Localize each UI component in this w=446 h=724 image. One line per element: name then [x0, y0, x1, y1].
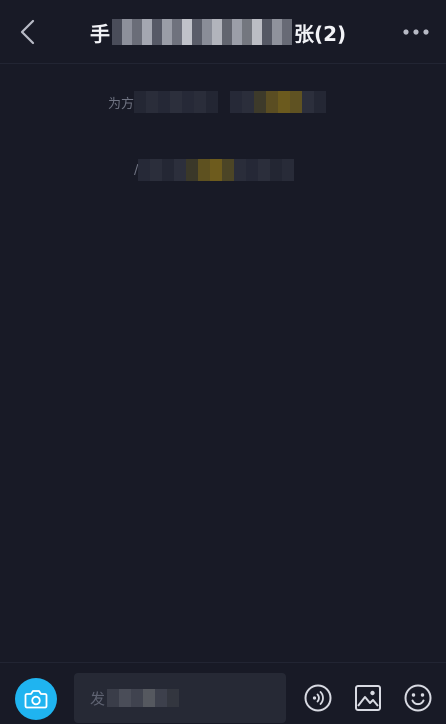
- title-suffix: 张(2): [294, 21, 347, 46]
- redacted-title-mosaic: [112, 19, 292, 45]
- redacted-message-mosaic: [138, 159, 295, 181]
- title-prefix: 手: [90, 21, 110, 46]
- emoji-button[interactable]: [403, 683, 433, 713]
- composer-bar: 发: [0, 662, 446, 724]
- image-icon: [355, 685, 381, 711]
- voice-button[interactable]: [303, 683, 333, 713]
- chevron-left-icon: [20, 19, 35, 45]
- emoji-icon: [404, 684, 432, 712]
- voice-icon: [304, 684, 332, 712]
- system-message: /: [134, 158, 295, 182]
- camera-icon: [24, 690, 48, 709]
- redacted-placeholder-mosaic: [107, 689, 180, 707]
- input-placeholder: 发: [90, 689, 106, 708]
- system-message: 为方: [108, 90, 327, 114]
- page-title: 手 张(2): [90, 16, 360, 48]
- camera-button[interactable]: [15, 678, 57, 720]
- message-prefix: 为方: [108, 96, 135, 112]
- chat-screen: 手 张(2) 为方 / 发: [0, 0, 446, 724]
- redacted-message-mosaic: [134, 91, 327, 113]
- message-input[interactable]: 发: [74, 673, 286, 723]
- back-button[interactable]: [8, 12, 48, 52]
- more-horizontal-icon: [403, 29, 429, 35]
- more-options-button[interactable]: [396, 14, 436, 50]
- image-button[interactable]: [353, 683, 383, 713]
- header-bar: 手 张(2): [0, 0, 446, 64]
